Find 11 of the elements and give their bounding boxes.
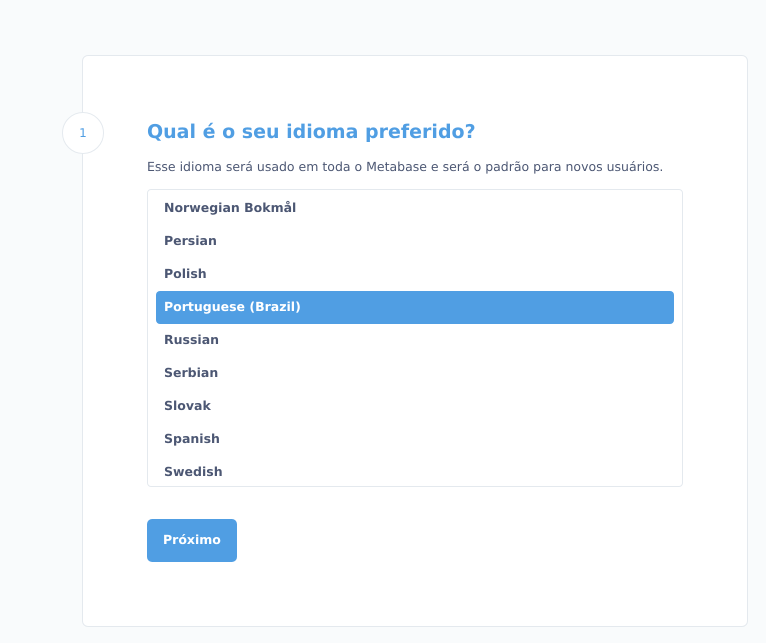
language-option[interactable]: Spanish: [156, 422, 674, 456]
language-option[interactable]: Serbian: [156, 356, 674, 390]
language-option[interactable]: Persian: [156, 224, 674, 258]
language-option[interactable]: Polish: [156, 258, 674, 291]
language-option[interactable]: Norwegian Bokmål: [156, 192, 674, 225]
description-text: Esse idioma será usado em toda o Metabase e será o padrão para novos usuários.: [147, 158, 664, 176]
step-number: 1: [62, 112, 104, 154]
page-title: Qual é o seu idioma preferido?: [147, 120, 477, 145]
language-option[interactable]: Russian: [156, 324, 674, 357]
language-option[interactable]: Swedish: [156, 456, 674, 486]
language-option[interactable]: Slovak: [156, 390, 674, 423]
